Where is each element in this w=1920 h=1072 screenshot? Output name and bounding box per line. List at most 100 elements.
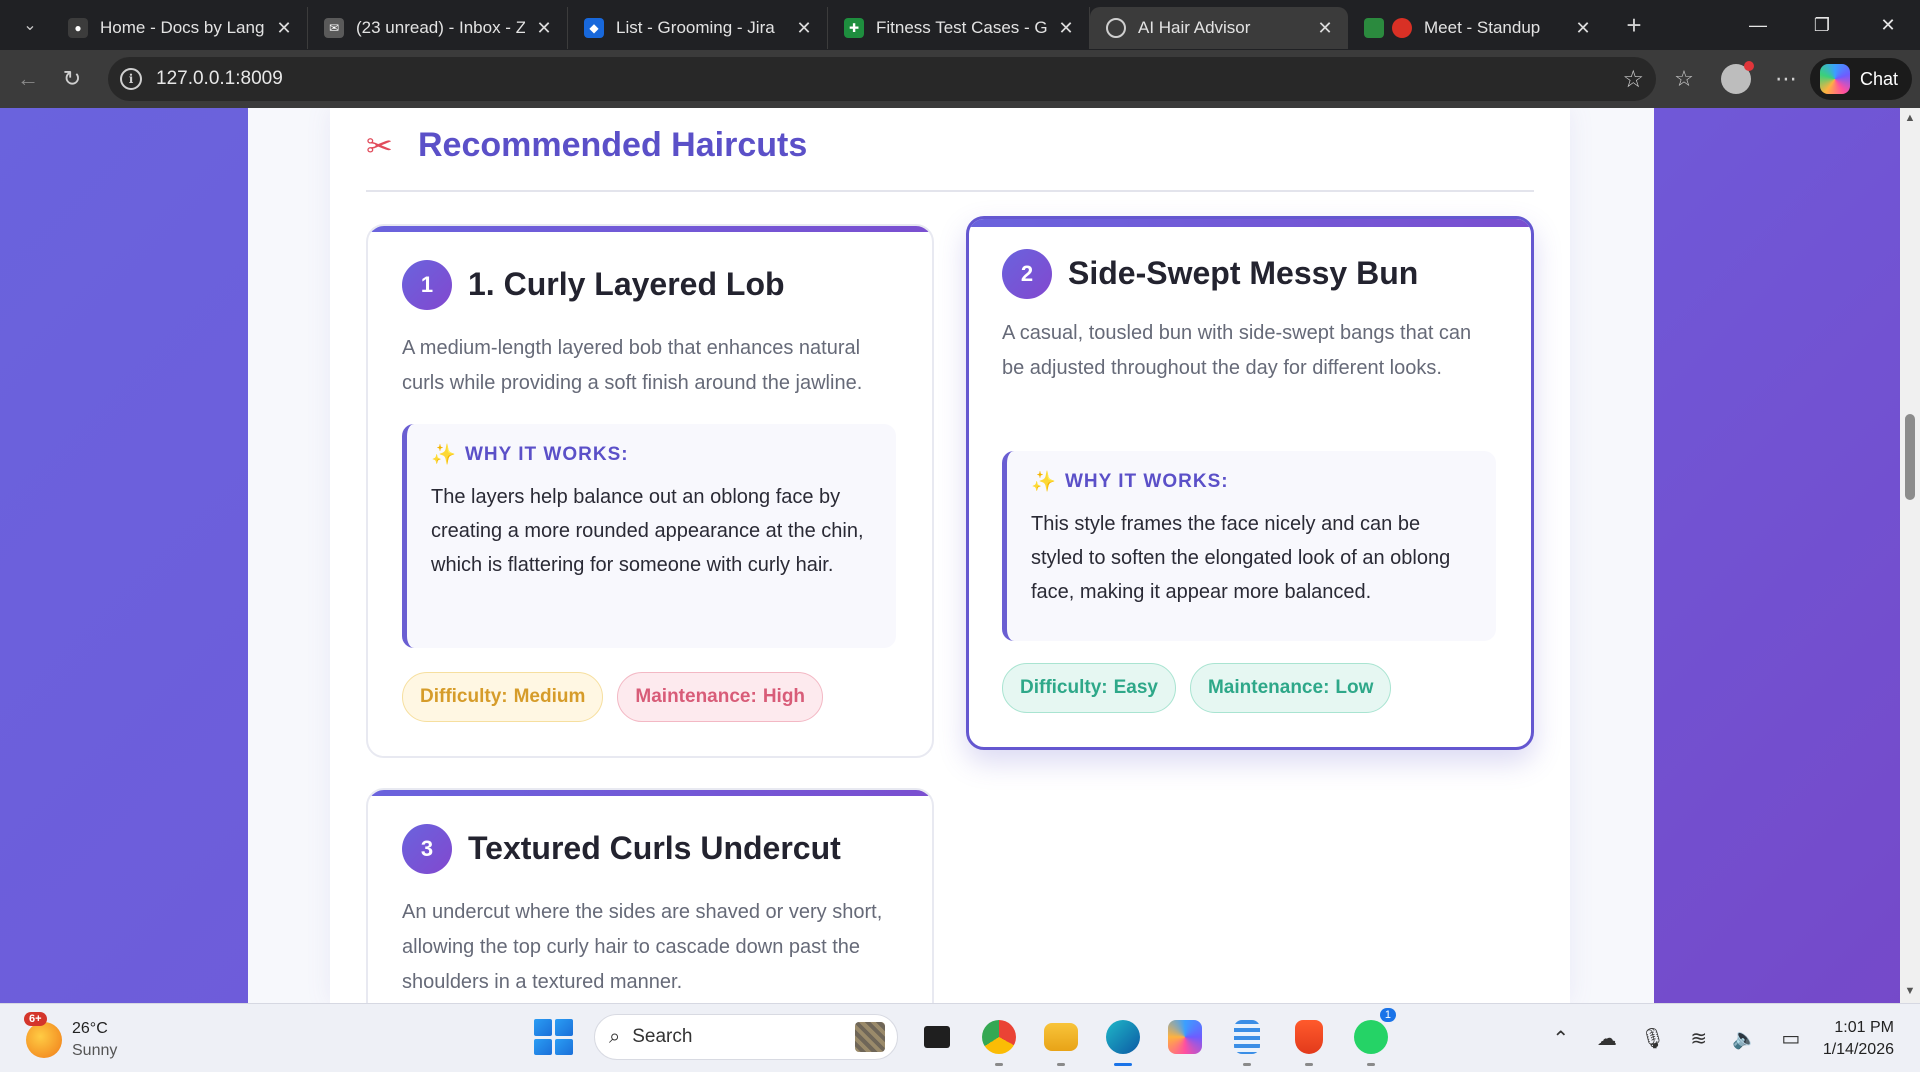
page-viewport: ✂ Recommended Haircuts 1 1. Curly Layere… <box>0 108 1920 1003</box>
difficulty-chip: Difficulty: Easy <box>1002 663 1176 713</box>
tab-sheets[interactable]: ✚ Fitness Test Cases - Goo ✕ <box>828 7 1090 49</box>
browser-toolbar: ← ↻ i 127.0.0.1:8009 ☆ ☆ ⋯ Chat <box>0 50 1920 108</box>
page-scrollbar[interactable]: ▲ ▼ <box>1900 108 1920 1003</box>
more-menu-icon[interactable]: ⋯ <box>1764 57 1808 101</box>
clock[interactable]: 1:01 PM 1/14/2026 <box>1823 1017 1894 1061</box>
profile-avatar-icon[interactable] <box>1714 57 1758 101</box>
difficulty-value: Easy <box>1113 677 1158 698</box>
notepad-icon[interactable] <box>1224 1014 1270 1066</box>
globe-favicon-icon <box>1106 18 1126 38</box>
sun-icon: 6+ <box>24 1012 62 1058</box>
section-title: Recommended Haircuts <box>418 126 808 164</box>
card-title: Textured Curls Undercut <box>468 830 841 866</box>
haircut-card-2[interactable]: 2 Side-Swept Messy Bun A casual, tousled… <box>966 216 1534 750</box>
tab-jira[interactable]: ◆ List - Grooming - Jira ✕ <box>568 7 828 49</box>
cloud-off-icon[interactable]: ☁ <box>1589 1021 1625 1057</box>
close-icon[interactable]: ✕ <box>1055 17 1077 39</box>
restore-icon[interactable]: ❐ <box>1794 0 1850 50</box>
window-close-icon[interactable]: ✕ <box>1860 0 1916 50</box>
tab-list-chevron-icon[interactable]: ⌄ <box>8 7 52 43</box>
wifi-icon[interactable]: ≋ <box>1681 1021 1717 1057</box>
tab-title: Fitness Test Cases - Goo <box>876 18 1047 37</box>
chrome-icon[interactable] <box>976 1014 1022 1066</box>
system-tray: ⌃ ☁ 🎙 ≋ 🔈 ▭ 1:01 PM 1/14/2026 <box>1533 1004 1920 1072</box>
task-view-icon[interactable] <box>914 1014 960 1060</box>
card-description: A casual, tousled bun with side-swept ba… <box>1002 322 1472 379</box>
rank-badge: 3 <box>402 824 452 874</box>
tab-title: AI Hair Advisor <box>1138 18 1251 37</box>
tab-ai-hair-advisor[interactable]: AI Hair Advisor ✕ <box>1090 7 1348 49</box>
attribute-chips: Difficulty: Easy Maintenance: Low <box>1002 663 1405 713</box>
why-it-works-box: ✨ WHY IT WORKS: The layers help balance … <box>402 424 896 648</box>
reload-icon[interactable]: ↻ <box>50 57 94 101</box>
why-it-works-box: ✨ WHY IT WORKS: This style frames the fa… <box>1002 451 1496 641</box>
maintenance-value: Low <box>1335 677 1374 698</box>
whatsapp-icon[interactable]: 1 <box>1348 1008 1396 1066</box>
battery-icon[interactable]: ▭ <box>1773 1021 1809 1057</box>
close-icon[interactable]: ✕ <box>1314 17 1336 39</box>
copilot-app-icon[interactable] <box>1162 1014 1208 1060</box>
windows-start-icon[interactable] <box>532 1017 573 1057</box>
search-highlight-icon <box>855 1022 885 1052</box>
tab-title: Meet - Standup <box>1424 18 1541 37</box>
why-heading: ✨ WHY IT WORKS: <box>1031 471 1472 493</box>
maintenance-chip: Maintenance: High <box>617 672 824 722</box>
taskbar: 6+ 26°C Sunny ⌕ Search 1 ⌃ ☁ 🎙 ≋ 🔈 ▭ 1:0… <box>0 1003 1920 1072</box>
maintenance-label: Maintenance: <box>1207 677 1330 698</box>
notification-badge: 1 <box>1379 1008 1396 1022</box>
taskbar-search[interactable]: ⌕ Search <box>594 1014 898 1060</box>
back-arrow-icon[interactable]: ← <box>6 57 50 101</box>
why-text: This style frames the face nicely and ca… <box>1031 513 1451 603</box>
edge-icon[interactable] <box>1100 1014 1146 1066</box>
difficulty-label: Difficulty: <box>1020 677 1108 698</box>
maintenance-label: Maintenance: <box>635 686 757 707</box>
minimize-icon[interactable]: — <box>1730 0 1786 50</box>
close-icon[interactable]: ✕ <box>533 17 555 39</box>
address-bar[interactable]: i 127.0.0.1:8009 ☆ <box>108 57 1656 101</box>
chevron-up-icon[interactable]: ⌃ <box>1543 1021 1579 1057</box>
card-accent-bar <box>368 790 932 796</box>
copilot-icon <box>1820 64 1850 94</box>
haircut-card-3[interactable]: 3 Textured Curls Undercut An undercut wh… <box>366 788 934 1003</box>
langchain-favicon-icon: ● <box>68 18 88 38</box>
tab-meet-standup[interactable]: Meet - Standup ✕ <box>1348 7 1606 49</box>
weather-widget[interactable]: 6+ 26°C Sunny <box>24 1012 118 1062</box>
why-heading-text: WHY IT WORKS: <box>1065 471 1229 492</box>
tab-title: (23 unread) - Inbox - Zi <box>356 18 525 37</box>
favorites-icon[interactable]: ☆ <box>1662 57 1706 101</box>
scroll-thumb[interactable] <box>1905 414 1915 500</box>
rank-badge: 2 <box>1002 249 1052 299</box>
close-icon[interactable]: ✕ <box>1572 17 1594 39</box>
difficulty-value: Medium <box>513 686 586 707</box>
url-text[interactable]: 127.0.0.1:8009 <box>156 68 283 90</box>
search-icon: ⌕ <box>609 1025 621 1048</box>
scroll-down-arrow-icon[interactable]: ▼ <box>1904 985 1916 999</box>
weather-temp: 26°C <box>72 1020 108 1037</box>
site-info-icon[interactable]: i <box>120 68 142 90</box>
tab-home-docs[interactable]: ● Home - Docs by LangCl ✕ <box>52 7 308 49</box>
close-icon[interactable]: ✕ <box>273 17 295 39</box>
sparkle-icon: ✨ <box>431 444 457 466</box>
chat-label: Chat <box>1860 68 1899 89</box>
mail-favicon-icon: ✉ <box>324 18 344 38</box>
clock-date: 1/14/2026 <box>1822 1040 1894 1058</box>
jira-favicon-icon: ◆ <box>584 18 604 38</box>
rank-badge: 1 <box>402 260 452 310</box>
divider <box>366 190 1534 192</box>
volume-icon[interactable]: 🔈 <box>1727 1021 1763 1057</box>
tab-inbox[interactable]: ✉ (23 unread) - Inbox - Zi ✕ <box>308 7 568 49</box>
bookmark-star-icon[interactable]: ☆ <box>1622 65 1644 94</box>
brave-icon[interactable] <box>1286 1014 1332 1066</box>
card-description: An undercut where the sides are shaved o… <box>402 901 883 993</box>
card-accent-bar <box>368 226 932 232</box>
scroll-up-arrow-icon[interactable]: ▲ <box>1904 112 1916 126</box>
weather-desc: Sunny <box>72 1042 118 1059</box>
haircut-card-1[interactable]: 1 1. Curly Layered Lob A medium-length l… <box>366 224 934 758</box>
new-tab-plus-icon[interactable]: + <box>1612 7 1656 43</box>
file-explorer-icon[interactable] <box>1038 1014 1084 1066</box>
scissors-icon: ✂ <box>366 127 393 164</box>
close-icon[interactable]: ✕ <box>793 17 815 39</box>
copilot-chat-button[interactable]: Chat <box>1810 58 1912 100</box>
sheets-favicon-icon: ✚ <box>844 18 864 38</box>
microphone-icon[interactable]: 🎙 <box>1635 1021 1671 1057</box>
